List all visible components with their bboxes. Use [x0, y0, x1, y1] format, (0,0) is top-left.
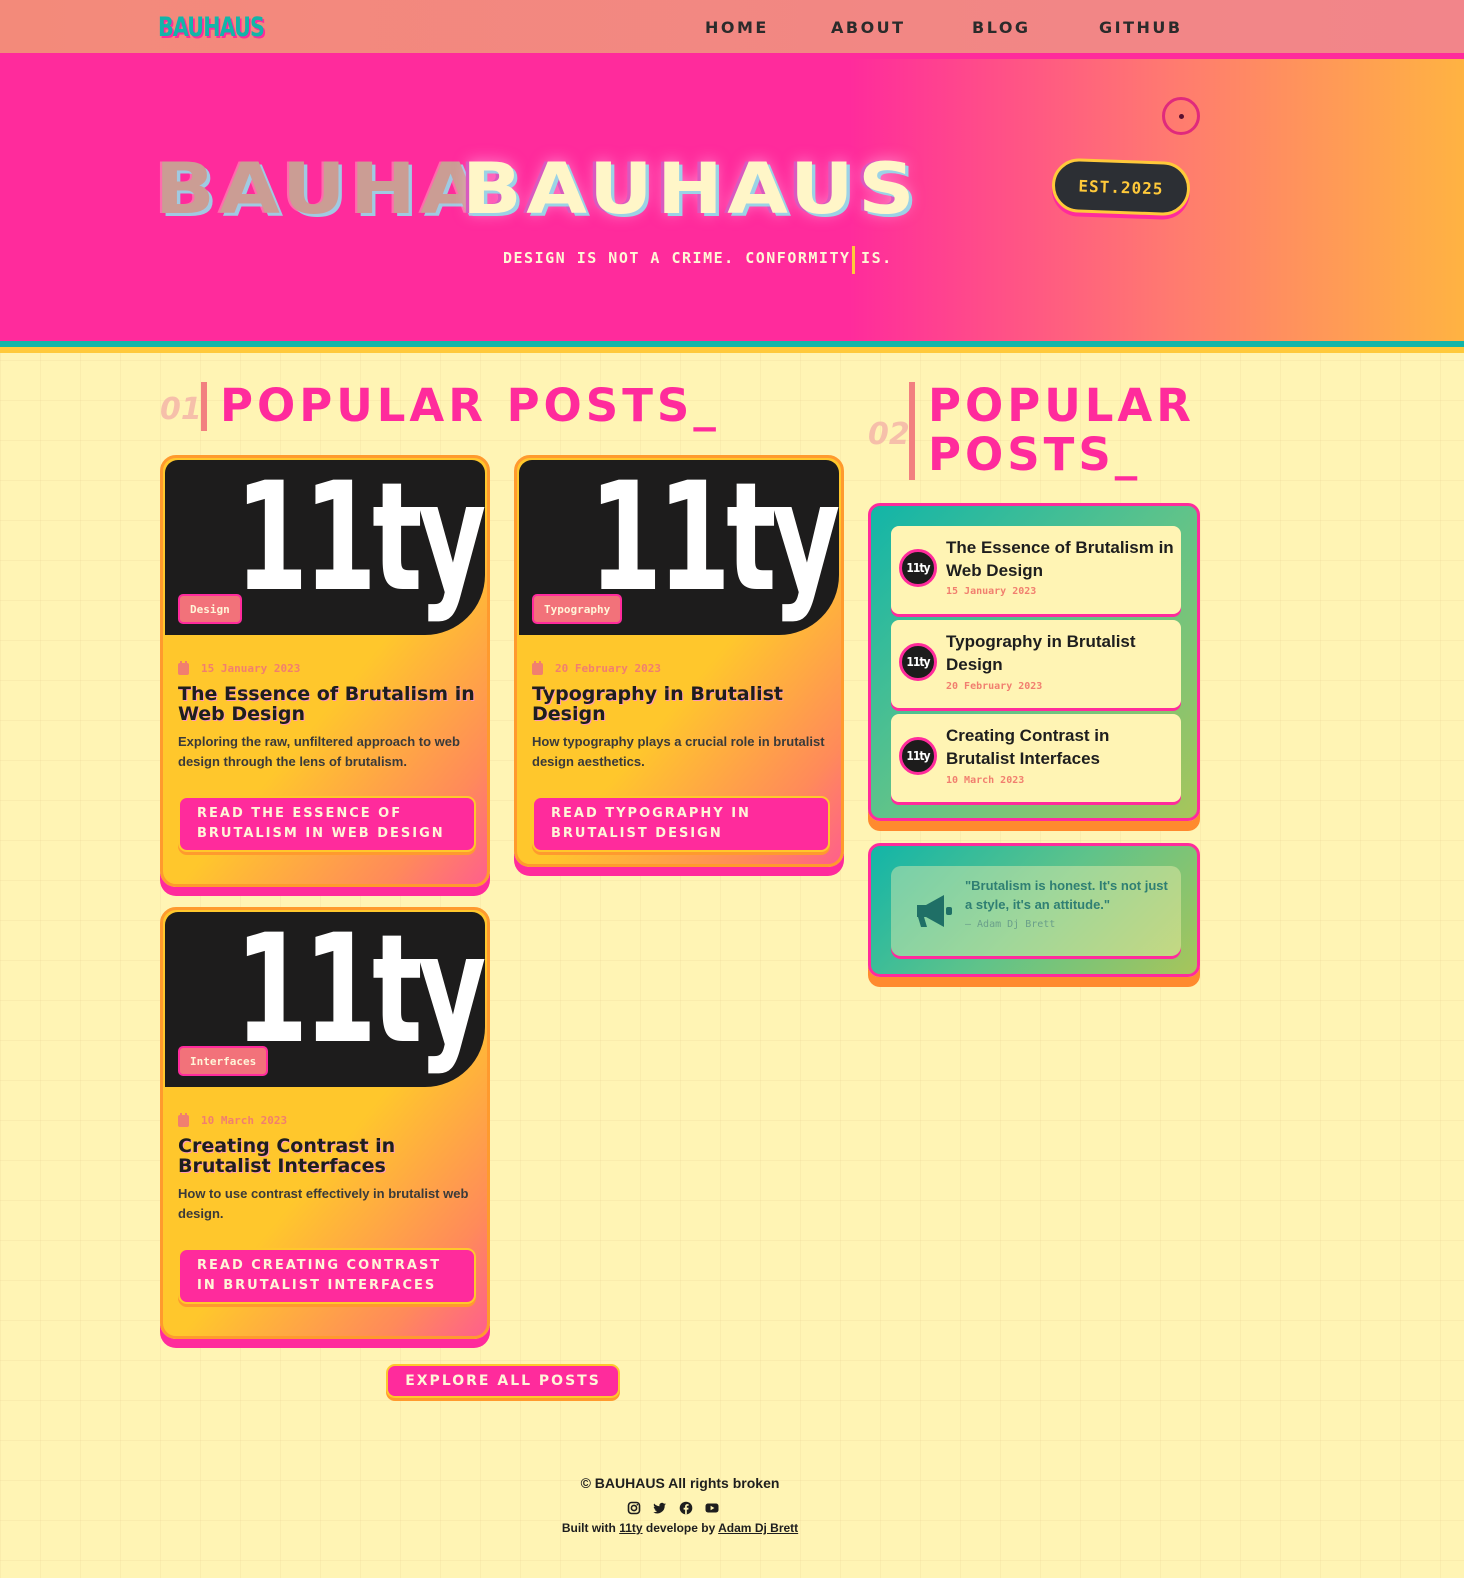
quote-box: "Brutalism is honest. It's not just a st…: [891, 866, 1181, 956]
post-description: How to use contrast effectively in bruta…: [178, 1186, 469, 1221]
post-description: Exploring the raw, unfiltered approach t…: [178, 734, 460, 769]
post-meta: 10 March 2023: [178, 1112, 288, 1127]
post-thumbnail[interactable]: 11ty Interfaces: [165, 912, 485, 1087]
instagram-icon[interactable]: [627, 1500, 641, 1515]
post-date: 15 January 2023: [201, 662, 301, 675]
twitter-icon[interactable]: [653, 1500, 667, 1514]
eleventy-logo: 11ty: [235, 460, 485, 625]
quote-author: — Adam Dj Brett: [965, 919, 1056, 930]
read-post-button[interactable]: READ CREATING CONTRAST IN BRUTALIST INTE…: [178, 1248, 476, 1304]
social-links: [627, 1500, 719, 1515]
top-navbar: BAUHAUS HOME ABOUT BLOG GITHUB: [0, 0, 1464, 59]
popular-post-item[interactable]: 11ty Creating Contrast in Brutalist Inte…: [891, 714, 1181, 802]
eleventy-logo: 11ty: [235, 912, 485, 1077]
section-number: 01: [160, 392, 202, 427]
sidebar-section-title-line2: POSTS_: [928, 428, 1142, 481]
popular-posts-panel: 11ty The Essence of Brutalism in Web Des…: [868, 503, 1200, 821]
hero-title-glitch: BAUHA: [155, 148, 486, 230]
post-avatar: 11ty: [899, 643, 937, 681]
section-title: POPULAR POSTS_: [220, 379, 720, 432]
post-thumbnail[interactable]: 11ty Typography: [519, 460, 839, 635]
section-bar: [201, 382, 207, 431]
sidebar-section-bar: [909, 382, 915, 480]
post-tag[interactable]: Design: [178, 594, 242, 624]
built-with-label: Built with: [561, 1521, 616, 1535]
post-meta: 20 February 2023: [532, 660, 661, 675]
popular-post-item[interactable]: 11ty The Essence of Brutalism in Web Des…: [891, 526, 1181, 614]
hero-tagline: DESIGN IS NOT A CRIME. CONFORMITY IS.: [503, 249, 893, 267]
quote-text: "Brutalism is honest. It's not just a st…: [965, 878, 1168, 912]
post-tag[interactable]: Interfaces: [178, 1046, 269, 1076]
quote-panel: "Brutalism is honest. It's not just a st…: [868, 843, 1200, 977]
megaphone-icon: [917, 895, 952, 927]
calendar-icon: [178, 1112, 189, 1127]
read-post-button[interactable]: READ TYPOGRAPHY IN BRUTALIST DESIGN: [532, 796, 830, 852]
post-thumbnail[interactable]: 11ty Design: [165, 460, 485, 635]
popular-post-date: 15 January 2023: [946, 586, 1037, 597]
post-avatar: 11ty: [899, 549, 937, 587]
nav-about-link[interactable]: ABOUT: [831, 18, 906, 37]
hero-title: BAUHAUS: [462, 148, 920, 230]
post-card: 11ty Interfaces 10 March 2023 Creating C…: [160, 907, 490, 1339]
calendar-icon: [178, 660, 189, 675]
nav-home-link[interactable]: HOME: [705, 18, 769, 37]
footer-copyright: © BAUHAUS All rights broken: [580, 1475, 780, 1491]
popular-post-title[interactable]: Typography in Brutalist Design: [946, 630, 1176, 676]
developed-by-label: develope by: [645, 1521, 716, 1535]
sidebar-section-title-line1: POPULAR: [928, 379, 1195, 432]
post-tag[interactable]: Typography: [532, 594, 623, 624]
sidebar-section-number: 02: [868, 417, 910, 452]
post-date: 20 February 2023: [555, 662, 661, 675]
post-card: 11ty Design 15 January 2023 The Essence …: [160, 455, 490, 887]
popular-post-date: 10 March 2023: [946, 775, 1025, 786]
popular-post-item[interactable]: 11ty Typography in Brutalist Design 20 F…: [891, 620, 1181, 708]
author-link[interactable]: Adam Dj Brett: [718, 1521, 798, 1535]
read-post-button[interactable]: READ THE ESSENCE OF BRUTALISM IN WEB DES…: [178, 796, 476, 852]
est-badge: EST.2025: [1051, 157, 1191, 217]
calendar-icon: [532, 660, 543, 675]
post-description: How typography plays a crucial role in b…: [532, 734, 825, 769]
nav-blog-link[interactable]: BLOG: [972, 18, 1031, 37]
hero-divider-yellow: [0, 347, 1464, 353]
post-date: 10 March 2023: [201, 1114, 288, 1127]
explore-all-posts-button[interactable]: EXPLORE ALL POSTS: [386, 1364, 620, 1398]
post-title[interactable]: Creating Contrast in Brutalist Interface…: [178, 1136, 478, 1176]
site-logo[interactable]: BAUHAUS: [158, 12, 265, 43]
post-card: 11ty Typography 20 February 2023 Typogra…: [514, 455, 844, 867]
typing-caret: [852, 246, 855, 274]
cursor-circle-icon: [1162, 97, 1200, 135]
footer-credits: Built with 11ty develope by Adam Dj Bret…: [0, 1521, 1360, 1535]
popular-post-date: 20 February 2023: [946, 681, 1043, 692]
nav-github-link[interactable]: GITHUB: [1099, 18, 1183, 37]
eleventy-link[interactable]: 11ty: [619, 1521, 642, 1535]
post-title[interactable]: The Essence of Brutalism in Web Design: [178, 684, 478, 724]
popular-post-title[interactable]: The Essence of Brutalism in Web Design: [946, 536, 1176, 582]
post-title[interactable]: Typography in Brutalist Design: [532, 684, 832, 724]
eleventy-logo: 11ty: [589, 460, 839, 625]
popular-post-title[interactable]: Creating Contrast in Brutalist Interface…: [946, 724, 1176, 770]
youtube-icon[interactable]: [705, 1500, 719, 1514]
facebook-icon[interactable]: [679, 1500, 693, 1515]
post-avatar: 11ty: [899, 737, 937, 775]
post-meta: 15 January 2023: [178, 660, 301, 675]
